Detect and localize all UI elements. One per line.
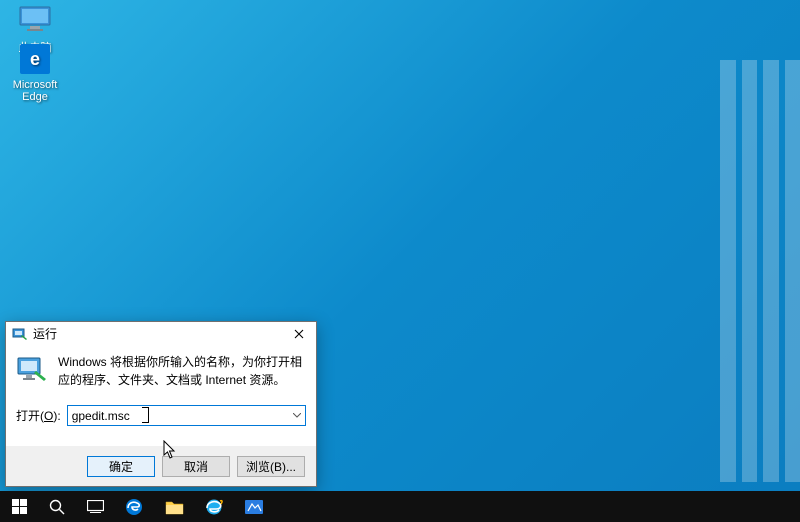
internet-explorer-icon [204, 497, 224, 517]
taskbar-pinned-edge[interactable] [114, 491, 154, 522]
cancel-button[interactable]: 取消 [162, 456, 230, 477]
task-view-icon [87, 500, 104, 513]
task-view-button[interactable] [76, 491, 114, 522]
ok-button[interactable]: 确定 [87, 456, 155, 477]
run-dialog: 运行 Windows 将根据你所输入的名称，为你打开相应的程序、文件夹、文档或 … [5, 321, 317, 487]
this-pc-icon [18, 2, 52, 36]
search-button[interactable] [38, 491, 76, 522]
taskbar[interactable] [0, 491, 800, 522]
open-label: 打开(O): [16, 407, 61, 424]
close-icon [294, 329, 304, 339]
open-combobox[interactable] [67, 405, 306, 426]
run-dialog-titlebar[interactable]: 运行 [6, 322, 316, 345]
close-button[interactable] [284, 324, 314, 344]
app-icon [244, 499, 264, 515]
run-title-icon [12, 326, 28, 342]
start-button[interactable] [0, 491, 38, 522]
edge-icon: e [18, 42, 52, 76]
desktop-icon-edge[interactable]: e Microsoft Edge [5, 42, 65, 103]
run-dialog-description: Windows 将根据你所输入的名称，为你打开相应的程序、文件夹、文档或 Int… [58, 353, 306, 389]
taskbar-pinned-ie[interactable] [194, 491, 234, 522]
taskbar-pinned-file-explorer[interactable] [154, 491, 194, 522]
desktop-icon-label: Microsoft Edge [5, 79, 65, 103]
browse-button[interactable]: 浏览(B)... [237, 456, 305, 477]
taskbar-pinned-app[interactable] [234, 491, 274, 522]
run-dialog-button-row: 确定 取消 浏览(B)... [6, 446, 316, 486]
run-body-icon [16, 353, 48, 385]
search-icon [49, 499, 65, 515]
dropdown-button[interactable] [288, 406, 305, 425]
windows-logo-icon [12, 499, 27, 514]
chevron-down-icon [293, 413, 301, 418]
taskbar-spacer [274, 491, 800, 522]
folder-icon [165, 499, 184, 515]
edge-icon [124, 497, 144, 517]
run-dialog-title: 运行 [33, 325, 284, 342]
open-input[interactable] [67, 405, 306, 426]
